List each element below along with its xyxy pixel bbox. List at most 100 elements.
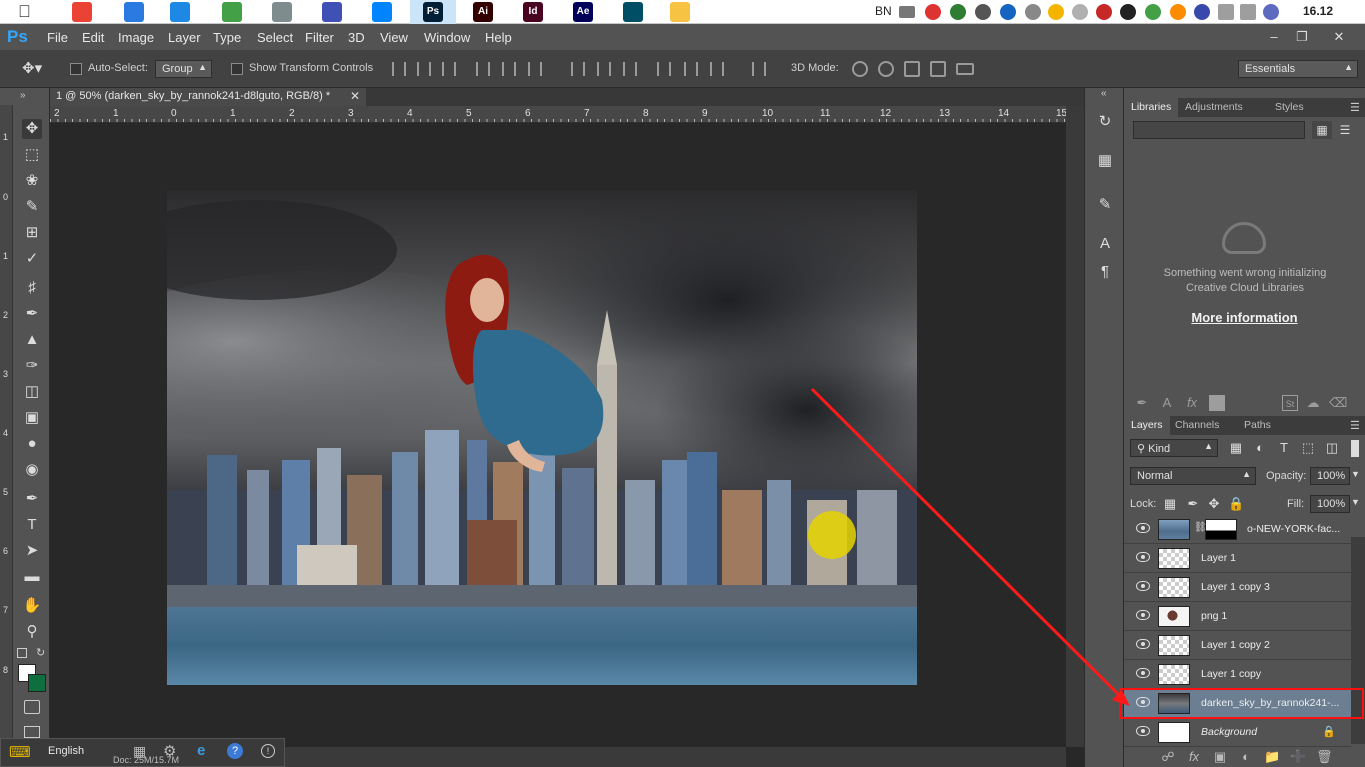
- history-brush-tool-icon[interactable]: ✑: [22, 356, 42, 376]
- quick-select-tool-icon[interactable]: ✎: [22, 197, 42, 217]
- menu-window[interactable]: Window: [424, 30, 470, 45]
- list-view-icon[interactable]: ☰: [1335, 121, 1355, 139]
- illustrator-taskbar-icon[interactable]: Ai: [473, 2, 493, 22]
- properties-panel-icon[interactable]: ▦: [1095, 151, 1115, 171]
- new-layer-icon[interactable]: ➕: [1290, 749, 1306, 765]
- app-tray-icon[interactable]: [1048, 4, 1064, 20]
- brush-tool-icon[interactable]: ✒: [22, 304, 42, 324]
- opacity-chevron-down-icon[interactable]: ▼: [1351, 469, 1360, 479]
- app-tray-icon[interactable]: [1120, 4, 1136, 20]
- scale-3d-icon[interactable]: [956, 63, 974, 75]
- menu-image[interactable]: Image: [118, 30, 154, 45]
- align-right-icon[interactable]: [528, 62, 542, 76]
- panel-menu-icon[interactable]: ☰: [1350, 419, 1360, 432]
- type-tool-icon[interactable]: T: [22, 515, 42, 535]
- layer-row[interactable]: Layer 1 copy 2: [1124, 631, 1351, 660]
- taskbar-clock[interactable]: 16.12: [1303, 4, 1333, 18]
- delete-icon[interactable]: ⌫: [1329, 395, 1347, 411]
- app-tray-icon[interactable]: [1025, 4, 1041, 20]
- default-colors-icon[interactable]: [17, 648, 27, 658]
- new-group-icon[interactable]: 📁: [1264, 749, 1280, 765]
- sync-icon[interactable]: ☁: [1305, 395, 1321, 411]
- healing-brush-tool-icon[interactable]: ♯: [22, 278, 42, 298]
- filter-shape-icon[interactable]: ⬚: [1300, 440, 1316, 456]
- screen-mode-icon[interactable]: [24, 726, 40, 738]
- workspace-dropdown[interactable]: Essentials ▲: [1238, 60, 1358, 78]
- help-icon[interactable]: ?: [227, 743, 243, 759]
- filter-adjustment-icon[interactable]: ◐: [1252, 440, 1268, 456]
- chrome-icon[interactable]: [72, 2, 92, 22]
- lock-position-icon[interactable]: ✥: [1206, 496, 1222, 512]
- background-color-swatch[interactable]: [28, 674, 46, 692]
- paragraph-panel-icon[interactable]: ¶: [1095, 262, 1115, 282]
- library-dropdown[interactable]: [1133, 121, 1305, 139]
- app-tray-icon[interactable]: [925, 4, 941, 20]
- fill-field[interactable]: 100%: [1310, 495, 1350, 513]
- menu-select[interactable]: Select: [257, 30, 293, 45]
- stock-icon[interactable]: St: [1282, 395, 1298, 411]
- restore-button[interactable]: ❐: [1290, 28, 1314, 46]
- adjustment-layer-icon[interactable]: ◐: [1238, 749, 1254, 765]
- move-tool-preset-icon[interactable]: ✥▾: [22, 60, 52, 78]
- layer-row[interactable]: png 1: [1124, 602, 1351, 631]
- lock-transparent-icon[interactable]: ▦: [1162, 496, 1178, 512]
- layer-filter-dropdown[interactable]: ⚲ Kind ▲: [1130, 439, 1218, 457]
- add-graphic-icon[interactable]: ✒: [1134, 395, 1150, 411]
- add-character-style-icon[interactable]: A: [1159, 395, 1175, 411]
- keyboard-layout-icon[interactable]: ⌨: [9, 743, 31, 761]
- tab-channels[interactable]: Channels: [1168, 416, 1226, 435]
- roll-3d-icon[interactable]: [878, 61, 894, 77]
- visibility-eye-icon[interactable]: [1136, 523, 1150, 533]
- dodge-tool-icon[interactable]: ◉: [22, 460, 42, 480]
- close-button[interactable]: ✕: [1327, 28, 1351, 46]
- auto-select-checkbox[interactable]: [70, 63, 82, 75]
- layer-row[interactable]: Layer 1 copy 3: [1124, 573, 1351, 602]
- terminal-app-icon[interactable]: [623, 2, 643, 22]
- align-hcenter-icon[interactable]: [502, 62, 516, 76]
- visibility-eye-icon[interactable]: [1136, 639, 1150, 649]
- tab-adjustments[interactable]: Adjustments: [1178, 98, 1250, 117]
- more-information-link[interactable]: More information: [1124, 310, 1365, 325]
- visibility-eye-icon[interactable]: [1136, 726, 1150, 736]
- distribute-left-icon[interactable]: [657, 62, 671, 76]
- move-tool-icon[interactable]: ✥: [22, 119, 42, 139]
- align-vcenter-icon[interactable]: [417, 62, 431, 76]
- folder-app-icon[interactable]: [670, 2, 690, 22]
- visibility-eye-icon[interactable]: [1136, 610, 1150, 620]
- auto-align-icon[interactable]: [752, 62, 766, 76]
- pan-3d-icon[interactable]: [904, 61, 920, 77]
- document-canvas-image[interactable]: [167, 190, 917, 685]
- after-effects-taskbar-icon[interactable]: Ae: [573, 2, 593, 22]
- delete-layer-icon[interactable]: 🗑: [1316, 749, 1333, 765]
- app-tray-icon[interactable]: [1145, 4, 1161, 20]
- add-mask-icon[interactable]: ▣: [1212, 749, 1228, 765]
- eraser-tool-icon[interactable]: ◫: [22, 382, 42, 402]
- visibility-eye-icon[interactable]: [1136, 552, 1150, 562]
- distribute-top-icon[interactable]: [571, 62, 585, 76]
- add-color-icon[interactable]: [1209, 395, 1225, 411]
- filter-toggle-switch[interactable]: [1351, 440, 1359, 457]
- info-icon[interactable]: !: [261, 744, 275, 758]
- minimize-button[interactable]: –: [1262, 28, 1286, 46]
- apple-logo-icon[interactable]: : [18, 2, 36, 22]
- align-top-icon[interactable]: [392, 62, 406, 76]
- layer-style-icon[interactable]: fx: [1186, 749, 1202, 765]
- app-tray-icon[interactable]: [1000, 4, 1016, 20]
- swap-colors-icon[interactable]: ↻: [36, 646, 45, 659]
- distribute-right-icon[interactable]: [710, 62, 724, 76]
- marquee-tool-icon[interactable]: ⬚: [22, 145, 42, 165]
- tab-paths[interactable]: Paths: [1237, 416, 1278, 435]
- lock-pixels-icon[interactable]: ✒: [1185, 496, 1201, 512]
- align-bottom-icon[interactable]: [442, 62, 456, 76]
- panel-menu-icon[interactable]: ☰: [1350, 101, 1360, 114]
- show-transform-checkbox[interactable]: [231, 63, 243, 75]
- filter-pixel-icon[interactable]: ▦: [1228, 440, 1244, 456]
- visibility-eye-icon[interactable]: [1136, 581, 1150, 591]
- shield-tray-icon[interactable]: [1096, 4, 1112, 20]
- tab-libraries[interactable]: Libraries: [1124, 98, 1179, 117]
- lasso-tool-icon[interactable]: ❀: [22, 171, 42, 191]
- fill-chevron-down-icon[interactable]: ▼: [1351, 497, 1360, 507]
- crop-tool-icon[interactable]: ⊞: [22, 223, 42, 243]
- menu-file[interactable]: File: [47, 30, 68, 45]
- app-tray-icon[interactable]: [975, 4, 991, 20]
